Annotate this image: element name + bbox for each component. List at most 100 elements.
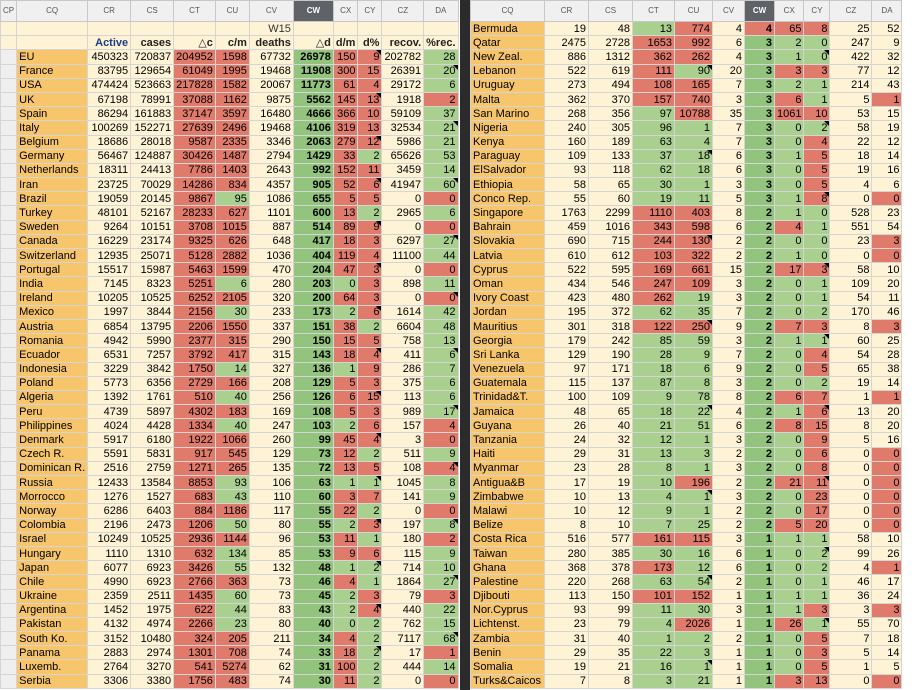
data-cell[interactable]: 3426 <box>173 560 216 576</box>
data-cell[interactable]: 6 <box>803 404 831 420</box>
data-cell[interactable]: 1 <box>744 659 775 675</box>
data-cell[interactable]: 8 <box>674 375 713 391</box>
data-cell[interactable]: 5 <box>803 631 831 647</box>
data-cell[interactable]: 6854 <box>87 318 132 335</box>
data-cell[interactable]: 324 <box>173 631 216 647</box>
country-name-cell[interactable]: Philippines <box>16 418 89 434</box>
data-cell[interactable]: 240 <box>544 120 589 136</box>
data-cell[interactable]: 2 <box>744 205 775 221</box>
data-cell[interactable]: 522 <box>544 63 589 79</box>
data-cell[interactable]: 51 <box>674 418 713 434</box>
data-cell[interactable]: 546 <box>588 276 633 292</box>
data-cell[interactable]: 26978 <box>292 49 334 65</box>
data-cell[interactable]: 1 <box>744 588 775 604</box>
data-cell[interactable]: 690 <box>544 233 589 250</box>
data-cell[interactable]: 108 <box>632 77 675 93</box>
data-cell[interactable]: 73 <box>248 574 294 590</box>
data-cell[interactable]: 4 <box>803 134 831 150</box>
data-cell[interactable]: 101 <box>632 588 675 604</box>
data-cell[interactable]: 12935 <box>87 247 132 264</box>
data-cell[interactable]: 1 <box>712 616 745 633</box>
data-cell[interactable]: 4 <box>357 77 383 93</box>
data-cell[interactable]: 3 <box>632 673 675 689</box>
data-cell[interactable]: 1 <box>712 645 745 661</box>
data-cell[interactable]: 65 <box>829 361 873 377</box>
country-name-cell[interactable]: Haiti <box>470 446 545 462</box>
data-cell[interactable]: 90 <box>674 63 713 79</box>
data-cell[interactable]: 67198 <box>87 91 132 108</box>
data-cell[interactable]: 11773 <box>292 77 334 93</box>
data-cell[interactable]: 11 <box>423 276 459 292</box>
data-cell[interactable]: 1 <box>744 631 775 647</box>
data-cell[interactable]: 305 <box>588 120 633 136</box>
data-cell[interactable]: 3 <box>357 290 383 306</box>
data-cell[interactable]: 2 <box>332 588 359 604</box>
data-cell[interactable]: 59109 <box>381 106 425 122</box>
data-cell[interactable]: 1750 <box>173 361 216 377</box>
data-cell[interactable]: 6 <box>712 219 745 235</box>
data-cell[interactable]: 4 <box>423 460 459 477</box>
country-name-cell[interactable]: EU <box>16 49 89 65</box>
data-cell[interactable]: 0 <box>381 262 425 278</box>
data-cell[interactable]: 1582 <box>214 77 250 93</box>
data-cell[interactable]: 1995 <box>214 63 250 79</box>
data-cell[interactable]: 124887 <box>130 148 175 164</box>
data-cell[interactable]: 25 <box>871 333 903 349</box>
row-number-cell[interactable] <box>0 247 18 264</box>
data-cell[interactable]: 9 <box>357 49 383 65</box>
data-cell[interactable]: 2643 <box>248 162 294 179</box>
country-name-cell[interactable]: Algeria <box>16 389 89 406</box>
data-cell[interactable]: 24 <box>544 432 589 448</box>
data-cell[interactable]: 262 <box>674 49 713 65</box>
country-name-cell[interactable]: San Marino <box>470 106 545 122</box>
data-cell[interactable]: 3 <box>744 49 775 65</box>
data-cell[interactable]: 214 <box>829 77 873 93</box>
data-cell[interactable]: 5986 <box>381 134 425 150</box>
data-cell[interactable]: 35 <box>588 645 633 661</box>
country-name-cell[interactable]: Taiwan <box>470 545 545 562</box>
data-cell[interactable]: 0 <box>381 503 425 519</box>
data-cell[interactable]: 17 <box>381 645 425 661</box>
data-cell[interactable]: 884 <box>173 503 216 519</box>
data-cell[interactable]: 1 <box>803 276 831 292</box>
data-cell[interactable]: 1 <box>744 574 775 590</box>
country-name-cell[interactable]: India <box>16 276 89 292</box>
column-header-ct[interactable]: CT <box>632 0 675 22</box>
data-cell[interactable]: 545 <box>214 446 250 462</box>
data-cell[interactable]: 265 <box>214 460 250 477</box>
data-cell[interactable]: 5 <box>357 460 383 477</box>
data-cell[interactable]: 16 <box>674 545 713 562</box>
data-cell[interactable]: 1 <box>773 588 805 604</box>
data-cell[interactable]: 2 <box>357 616 383 633</box>
data-cell[interactable]: 1 <box>803 616 831 633</box>
data-cell[interactable]: 720837 <box>130 49 175 65</box>
data-cell[interactable]: 1036 <box>248 247 294 264</box>
data-cell[interactable]: 2 <box>744 460 775 477</box>
data-cell[interactable]: 28233 <box>173 205 216 221</box>
data-cell[interactable]: 30 <box>214 304 250 320</box>
data-cell[interactable]: 4 <box>803 347 831 363</box>
data-cell[interactable]: 1 <box>829 389 873 406</box>
data-cell[interactable]: 834 <box>214 177 250 193</box>
data-cell[interactable]: 18311 <box>87 162 132 179</box>
data-cell[interactable]: 9 <box>674 347 713 363</box>
data-cell[interactable]: 40 <box>292 616 334 633</box>
data-cell[interactable]: 0 <box>773 560 805 576</box>
data-cell[interactable]: 27 <box>423 233 459 250</box>
data-cell[interactable]: 208 <box>248 375 294 391</box>
data-cell[interactable]: 16 <box>871 162 903 179</box>
data-cell[interactable]: 3844 <box>130 304 175 320</box>
data-cell[interactable]: 2 <box>744 375 775 391</box>
data-cell[interactable]: 3 <box>712 460 745 477</box>
data-cell[interactable]: 3 <box>357 276 383 292</box>
data-cell[interactable]: 19 <box>871 120 903 136</box>
data-cell[interactable]: 15 <box>803 418 831 434</box>
data-cell[interactable]: 1429 <box>292 148 334 164</box>
data-cell[interactable]: 3 <box>712 333 745 349</box>
data-cell[interactable]: 3 <box>803 318 831 335</box>
data-cell[interactable]: 5990 <box>130 333 175 349</box>
data-cell[interactable]: 55 <box>214 560 250 576</box>
country-name-cell[interactable]: Sri Lanka <box>470 347 545 363</box>
data-cell[interactable]: 17 <box>803 503 831 519</box>
data-cell[interactable]: 196 <box>674 474 713 491</box>
